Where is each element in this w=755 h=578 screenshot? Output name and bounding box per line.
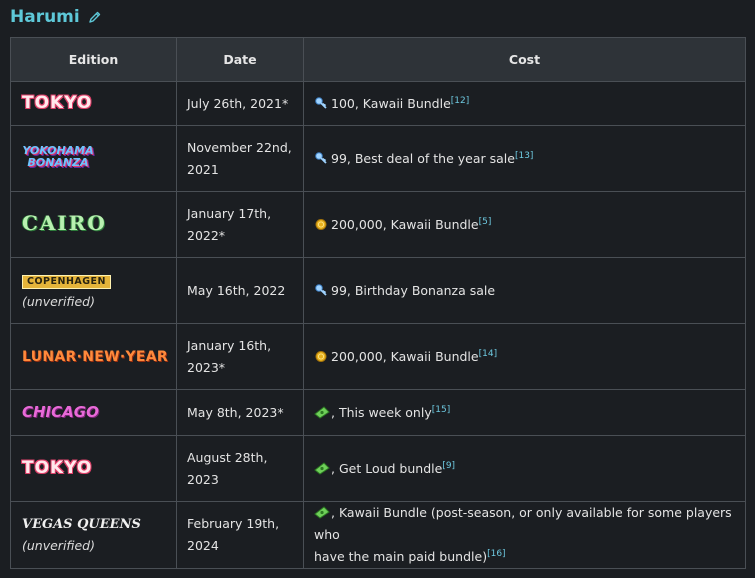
edition-cell: COPENHAGEN (unverified)	[10, 257, 177, 324]
cost-cell: 200,000, Kawaii Bundle[14]	[303, 323, 746, 390]
date-text: May 16th, 2022	[187, 282, 286, 298]
reference-link[interactable]: [14]	[479, 348, 497, 358]
bucks-key-icon	[314, 282, 328, 296]
date-text-cont: 2022*	[187, 227, 226, 243]
date-cell: January 16th, 2023*	[176, 323, 304, 390]
edition-cell: VEGAS QUEENS (unverified)	[10, 501, 177, 569]
cost-cell: 100, Kawaii Bundle[12]	[303, 81, 746, 126]
edition-logo-cairo[interactable]: CAIRO	[22, 212, 107, 234]
column-header-date: Date	[176, 37, 304, 82]
date-text-cont: 2023*	[187, 359, 226, 375]
bucks-key-icon	[314, 150, 328, 164]
cost-cell: 200,000, Kawaii Bundle[5]	[303, 191, 746, 258]
table-row: CAIRO January 17th, 2022* 200,000, Kawaii…	[10, 191, 746, 258]
pencil-icon[interactable]	[88, 10, 102, 24]
reference-link[interactable]: [13]	[515, 150, 533, 160]
edition-cell: CHICAGO	[10, 389, 177, 436]
date-text-cont: 2023	[187, 471, 219, 487]
reference-link[interactable]: [15]	[432, 404, 450, 414]
date-text: January 16th,	[187, 337, 272, 353]
edition-logo-tokyo[interactable]: TOKYO	[22, 458, 92, 478]
edition-cell: TOKYO	[10, 435, 177, 502]
edition-logo-copenhagen[interactable]: COPENHAGEN	[22, 274, 111, 289]
date-cell: November 22nd, 2021	[176, 125, 304, 192]
cost-cell: , Get Loud bundle[9]	[303, 435, 746, 502]
cost-text: 200,000, Kawaii Bundle	[331, 348, 479, 364]
date-cell: May 16th, 2022	[176, 257, 304, 324]
cost-text: 99, Birthday Bonanza sale	[331, 282, 496, 298]
table-row: COPENHAGEN (unverified) May 16th, 2022 9…	[10, 257, 746, 324]
cost-text: 99, Best deal of the year sale	[331, 150, 515, 166]
cost-text: , Kawaii Bundle (post-season, or only av…	[314, 505, 732, 542]
edition-cell: TOKYO	[10, 81, 177, 126]
date-text-cont: 2021	[187, 161, 219, 177]
table-row: LUNAR·NEW·YEAR January 16th, 2023* 200,00…	[10, 323, 746, 390]
coin-icon	[314, 216, 328, 230]
editions-table: Edition Date Cost TOKYO July 26th, 2021*…	[10, 37, 746, 569]
section-heading: Harumi	[10, 5, 102, 29]
reference-link[interactable]: [9]	[442, 460, 455, 470]
cost-cell: 99, Birthday Bonanza sale	[303, 257, 746, 324]
date-text: February 19th,	[187, 516, 280, 531]
date-text: August 28th,	[187, 449, 268, 465]
date-cell: May 8th, 2023*	[176, 389, 304, 436]
cash-icon	[314, 404, 330, 419]
edition-cell: LUNAR·NEW·YEAR	[10, 323, 177, 390]
cost-cell: 99, Best deal of the year sale[13]	[303, 125, 746, 192]
cost-text: 100, Kawaii Bundle	[331, 95, 451, 111]
edition-logo-chicago[interactable]: CHICAGO	[22, 403, 99, 421]
column-header-cost: Cost	[303, 37, 746, 82]
edition-cell: YOKOHAMA BONANZA	[10, 125, 177, 192]
edition-logo-vegas-queens[interactable]: VEGAS QUEENS	[22, 517, 141, 532]
date-text-cont: 2024	[187, 538, 219, 553]
edition-note: (unverified)	[22, 293, 95, 309]
table-row: YOKOHAMA BONANZA November 22nd, 2021 99, …	[10, 125, 746, 192]
date-cell: August 28th, 2023	[176, 435, 304, 502]
date-text: May 8th, 2023*	[187, 404, 284, 420]
cost-cell: , Kawaii Bundle (post-season, or only av…	[303, 501, 746, 569]
date-text: January 17th,	[187, 205, 272, 221]
table-row: TOKYO August 28th, 2023 , Get Loud bundle…	[10, 435, 746, 502]
reference-link[interactable]: [12]	[451, 95, 469, 105]
reference-link[interactable]: [5]	[479, 216, 492, 226]
date-cell: January 17th, 2022*	[176, 191, 304, 258]
date-cell: February 19th, 2024	[176, 501, 304, 569]
cost-text: , This week only	[331, 404, 432, 420]
edition-logo-tokyo[interactable]: TOKYO	[22, 93, 92, 113]
date-cell: July 26th, 2021*	[176, 81, 304, 126]
cash-icon	[314, 504, 330, 519]
bucks-key-icon	[314, 95, 328, 109]
section-title: Harumi	[10, 7, 80, 27]
edition-cell: CAIRO	[10, 191, 177, 258]
cost-cell: , This week only[15]	[303, 389, 746, 436]
column-header-edition: Edition	[10, 37, 177, 82]
cash-icon	[314, 460, 330, 475]
table-header-row: Edition Date Cost	[10, 37, 746, 82]
cost-text: 200,000, Kawaii Bundle	[331, 216, 479, 232]
reference-link[interactable]: [16]	[487, 549, 505, 559]
edition-logo-lunar-new-year[interactable]: LUNAR·NEW·YEAR	[22, 349, 168, 365]
coin-icon	[314, 348, 328, 362]
date-text: July 26th, 2021*	[187, 95, 289, 111]
table-row: VEGAS QUEENS (unverified) February 19th,…	[10, 501, 746, 569]
cost-text: , Get Loud bundle	[331, 460, 443, 476]
table-row: CHICAGO May 8th, 2023* , This week only[…	[10, 389, 746, 436]
edition-logo-yokohama-bonanza[interactable]: YOKOHAMA BONANZA	[22, 144, 94, 169]
table-row: TOKYO July 26th, 2021* 100, Kawaii Bundl…	[10, 81, 746, 126]
edition-note: (unverified)	[22, 538, 95, 553]
date-text: November 22nd,	[187, 139, 292, 155]
cost-text-cont: have the main paid bundle)	[314, 549, 488, 564]
